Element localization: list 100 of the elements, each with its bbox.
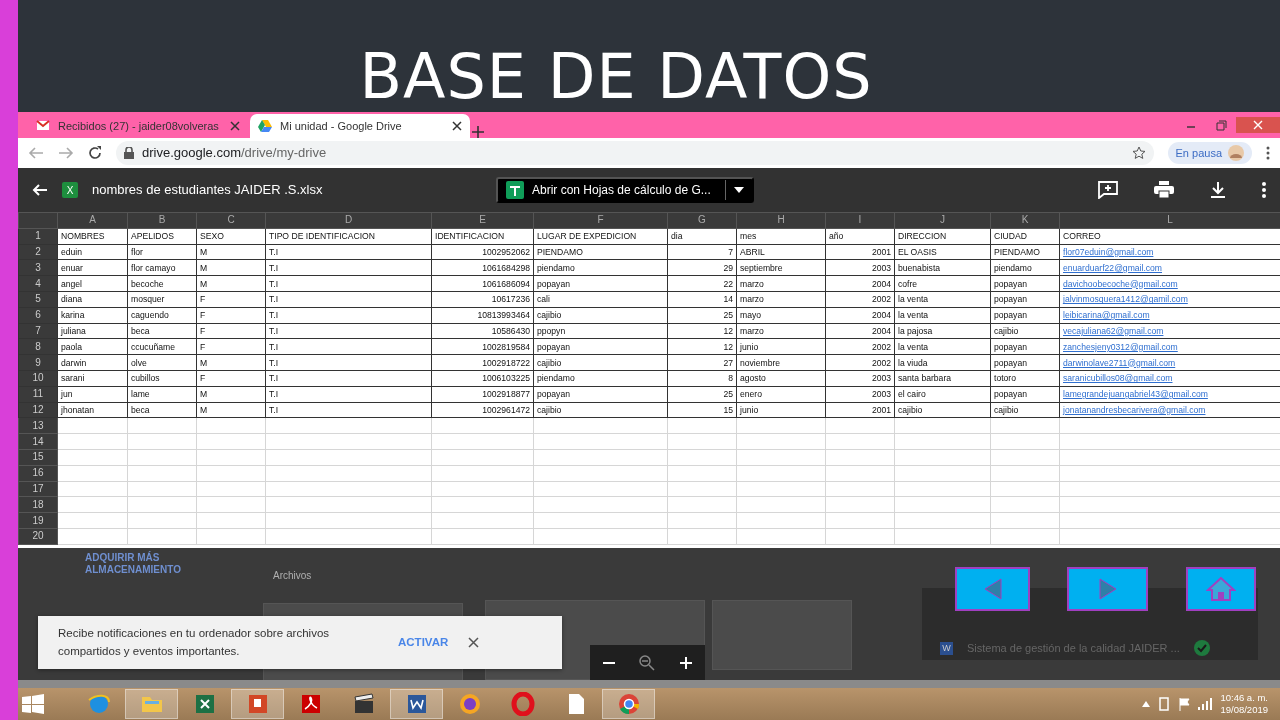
download-icon[interactable]	[1210, 182, 1226, 198]
new-tab-icon[interactable]	[472, 126, 484, 138]
column-header[interactable]: B	[127, 212, 197, 229]
activate-button[interactable]: ACTIVAR	[398, 633, 449, 652]
table-cell: 10813993464	[431, 307, 534, 324]
table-cell: 1061684298	[431, 259, 534, 276]
close-icon[interactable]	[452, 121, 462, 131]
table-cell: 2001	[825, 244, 895, 260]
table-cell: la viuda	[894, 354, 991, 371]
table-cell: cajibio	[533, 307, 668, 324]
open-with-button[interactable]: Abrir con Hojas de cálculo de G...	[496, 177, 754, 203]
column-header[interactable]: C	[196, 212, 266, 229]
table-cell: buenabista	[894, 259, 991, 276]
column-header[interactable]: K	[990, 212, 1060, 229]
table-cell: popayan	[990, 275, 1060, 292]
more-icon[interactable]	[1262, 182, 1266, 198]
flag-icon[interactable]	[1178, 697, 1191, 711]
column-header[interactable]: I	[825, 212, 895, 229]
column-header[interactable]: G	[667, 212, 737, 229]
table-cell: marzo	[736, 291, 826, 308]
windows-icon[interactable]	[22, 694, 44, 714]
table-cell: santa barbara	[894, 370, 991, 387]
profile-button[interactable]: En pausa	[1167, 141, 1252, 165]
table-cell: T.I	[265, 370, 432, 387]
browser-tab[interactable]: Recibidos (27) - jaider08volveras	[28, 114, 248, 138]
back-icon[interactable]	[28, 146, 44, 160]
mail-icon	[36, 119, 50, 133]
table-cell: olve	[127, 354, 197, 371]
table-cell: 1002918877	[431, 386, 534, 403]
star-icon[interactable]	[1131, 146, 1146, 160]
table-cell: caguendo	[127, 307, 197, 324]
zoom-icon[interactable]	[639, 654, 656, 671]
table-cell: lame	[127, 386, 197, 403]
table-cell: 15	[667, 402, 737, 418]
clock-date[interactable]: 19/08/2019	[1220, 704, 1268, 716]
table-cell: M	[196, 402, 266, 418]
table-cell: la venta	[894, 307, 991, 324]
back-arrow-icon[interactable]	[32, 183, 48, 197]
table-cell: 10586430	[431, 323, 534, 339]
column-header[interactable]: J	[894, 212, 991, 229]
table-cell: cofre	[894, 275, 991, 292]
add-comment-icon[interactable]	[1098, 181, 1118, 199]
reload-icon[interactable]	[88, 146, 102, 160]
table-cell: darwin	[57, 354, 128, 371]
table-cell: septiembre	[736, 259, 826, 276]
table-cell: 1002961472	[431, 402, 534, 418]
previous-slide-button[interactable]	[955, 567, 1030, 611]
table-cell: F	[196, 323, 266, 339]
home-button[interactable]	[1186, 567, 1256, 611]
column-header[interactable]: D	[265, 212, 432, 229]
url-text: drive.google.com/drive/my-drive	[142, 144, 327, 163]
table-cell: M	[196, 275, 266, 292]
table-cell: PIENDAMO	[990, 244, 1060, 260]
table-cell: junio	[736, 338, 826, 355]
column-header[interactable]: A	[57, 212, 128, 229]
column-header[interactable]: H	[736, 212, 826, 229]
forward-icon[interactable]	[58, 146, 74, 160]
table-cell: T.I	[265, 323, 432, 339]
table-cell: enuar	[57, 259, 128, 276]
browser-tab[interactable]: Mi unidad - Google Drive	[250, 114, 470, 138]
table-cell: ABRIL	[736, 244, 826, 260]
table-cell: flor camayo	[127, 259, 197, 276]
section-heading: Archivos	[273, 569, 312, 583]
zoom-in-icon[interactable]	[679, 655, 694, 670]
table-cell: 2002	[825, 338, 895, 355]
close-icon[interactable]	[468, 637, 480, 648]
column-header[interactable]: L	[1059, 212, 1280, 229]
table-cell: popayan	[990, 291, 1060, 308]
table-cell: angel	[57, 275, 128, 292]
table-cell: mes	[736, 228, 826, 245]
table-cell: flor	[127, 244, 197, 260]
column-header[interactable]: F	[533, 212, 668, 229]
file-thumbnail[interactable]	[712, 600, 852, 670]
taskbar-button[interactable]	[390, 689, 443, 719]
drive-icon	[258, 119, 272, 133]
table-cell: 2003	[825, 259, 895, 276]
device-icon[interactable]	[1158, 697, 1171, 711]
clock-time[interactable]: 10:46 a. m.	[1220, 692, 1268, 704]
column-header[interactable]: E	[431, 212, 534, 229]
address-field[interactable]: drive.google.com/drive/my-drive	[116, 141, 1154, 165]
more-icon[interactable]	[1266, 146, 1270, 160]
tray-arrow-icon[interactable]	[1142, 701, 1151, 707]
table-cell: enero	[736, 386, 826, 403]
signal-icon[interactable]	[1198, 698, 1213, 710]
table-cell: 25	[667, 307, 737, 324]
next-slide-button[interactable]	[1067, 567, 1148, 611]
table-cell: mayo	[736, 307, 826, 324]
table-cell: cajibio	[533, 354, 668, 371]
table-cell: piendamo	[533, 370, 668, 387]
browser-icon	[86, 692, 111, 716]
table-cell: 10617236	[431, 291, 534, 308]
table-cell: marzo	[736, 323, 826, 339]
table-cell: popayan	[533, 386, 668, 403]
table-cell: M	[196, 244, 266, 260]
table-cell: 8	[667, 370, 737, 387]
table-cell: SEXO	[196, 228, 266, 245]
table-cell: 2001	[825, 402, 895, 418]
print-icon[interactable]	[1154, 181, 1174, 199]
storage-link[interactable]: ADQUIRIR MÁS ALMACENAMIENTO	[85, 552, 215, 576]
table-cell: EL OASIS	[894, 244, 991, 260]
